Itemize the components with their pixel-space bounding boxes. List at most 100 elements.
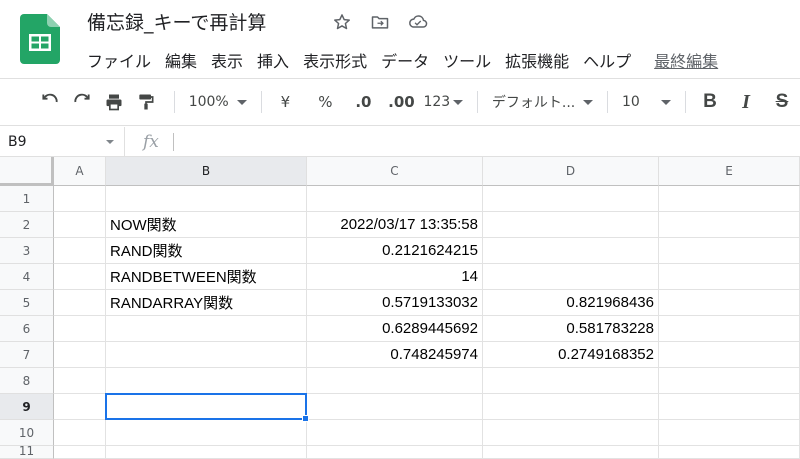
font-size-select[interactable]: 10 <box>618 88 675 116</box>
cell-a2[interactable] <box>54 212 106 238</box>
row-header-9[interactable]: 9 <box>0 394 54 420</box>
cell-b9[interactable] <box>106 394 307 420</box>
paint-format-icon[interactable] <box>132 88 160 116</box>
cell-d6[interactable]: 0.581783228 <box>483 316 659 342</box>
cell-d8[interactable] <box>483 368 659 394</box>
cell-c4[interactable]: 14 <box>307 264 483 290</box>
cell-e10[interactable] <box>659 420 800 446</box>
column-header-a[interactable]: A <box>54 157 106 186</box>
redo-icon[interactable] <box>68 88 96 116</box>
cell-c2[interactable]: 2022/03/17 13:35:58 <box>307 212 483 238</box>
cell-a3[interactable] <box>54 238 106 264</box>
last-edit-link[interactable]: 最終編集 <box>638 46 725 74</box>
column-header-e[interactable]: E <box>659 157 800 186</box>
cell-a11[interactable] <box>54 446 106 459</box>
undo-icon[interactable] <box>36 88 64 116</box>
font-family-select[interactable]: デフォルト... <box>488 88 597 116</box>
cell-b2[interactable]: NOW関数 <box>106 212 307 238</box>
cell-c6[interactable]: 0.6289445692 <box>307 316 483 342</box>
cell-e6[interactable] <box>659 316 800 342</box>
cell-b7[interactable] <box>106 342 307 368</box>
cell-d2[interactable] <box>483 212 659 238</box>
menu-tools[interactable]: ツール <box>436 46 498 74</box>
italic-button[interactable]: I <box>732 88 760 116</box>
cell-c8[interactable] <box>307 368 483 394</box>
cell-d7[interactable]: 0.2749168352 <box>483 342 659 368</box>
cell-c3[interactable]: 0.2121624215 <box>307 238 483 264</box>
cell-a10[interactable] <box>54 420 106 446</box>
cloud-saved-icon[interactable] <box>406 10 430 34</box>
cell-c1[interactable] <box>307 186 483 212</box>
menu-format[interactable]: 表示形式 <box>296 46 374 74</box>
cell-d9[interactable] <box>483 394 659 420</box>
print-icon[interactable] <box>100 88 128 116</box>
cell-b8[interactable] <box>106 368 307 394</box>
cell-b1[interactable] <box>106 186 307 212</box>
cell-b10[interactable] <box>106 420 307 446</box>
zoom-select[interactable]: 100% <box>185 88 251 116</box>
cell-e11[interactable] <box>659 446 800 459</box>
cell-a8[interactable] <box>54 368 106 394</box>
row-header-11[interactable]: 11 <box>0 444 54 459</box>
google-sheets-logo-icon[interactable] <box>20 14 60 64</box>
cell-b6[interactable] <box>106 316 307 342</box>
cell-e7[interactable] <box>659 342 800 368</box>
cell-d4[interactable] <box>483 264 659 290</box>
cell-e5[interactable] <box>659 290 800 316</box>
cell-e4[interactable] <box>659 264 800 290</box>
cell-e3[interactable] <box>659 238 800 264</box>
decrease-decimal-button[interactable]: .0 <box>349 88 377 116</box>
percent-format-button[interactable]: % <box>311 88 339 116</box>
cell-b4[interactable]: RANDBETWEEN関数 <box>106 264 307 290</box>
cell-c7[interactable]: 0.748245974 <box>307 342 483 368</box>
row-header-6[interactable]: 6 <box>0 316 54 342</box>
menu-edit[interactable]: 編集 <box>158 46 204 74</box>
cell-c9[interactable] <box>307 394 483 420</box>
cell-d10[interactable] <box>483 420 659 446</box>
strikethrough-button[interactable]: S <box>768 88 796 116</box>
cell-b3[interactable]: RAND関数 <box>106 238 307 264</box>
name-box[interactable]: B9 <box>0 126 125 157</box>
menu-data[interactable]: データ <box>374 46 436 74</box>
cell-e1[interactable] <box>659 186 800 212</box>
column-header-d[interactable]: D <box>483 157 659 186</box>
increase-decimal-button[interactable]: .00 <box>387 88 415 116</box>
document-title[interactable]: 備忘録_キーで再計算 <box>87 8 266 35</box>
menu-help[interactable]: ヘルプ <box>576 46 638 74</box>
move-folder-icon[interactable] <box>368 10 392 34</box>
row-header-10[interactable]: 10 <box>0 420 54 446</box>
cell-d5[interactable]: 0.821968436 <box>483 290 659 316</box>
fill-handle[interactable] <box>302 415 309 422</box>
row-header-8[interactable]: 8 <box>0 368 54 394</box>
cell-a6[interactable] <box>54 316 106 342</box>
select-all-corner[interactable] <box>0 157 54 186</box>
row-header-1[interactable]: 1 <box>0 186 54 212</box>
cell-d11[interactable] <box>483 446 659 459</box>
column-header-b[interactable]: B <box>106 157 307 186</box>
menu-extensions[interactable]: 拡張機能 <box>498 46 576 74</box>
column-header-c[interactable]: C <box>307 157 483 186</box>
cell-a9[interactable] <box>54 394 106 420</box>
cell-d1[interactable] <box>483 186 659 212</box>
row-header-2[interactable]: 2 <box>0 212 54 238</box>
cell-c10[interactable] <box>307 420 483 446</box>
bold-button[interactable]: B <box>696 88 724 116</box>
row-header-4[interactable]: 4 <box>0 264 54 290</box>
menu-insert[interactable]: 挿入 <box>250 46 296 74</box>
more-formats-select[interactable]: 123 <box>419 88 467 116</box>
cell-b11[interactable] <box>106 446 307 459</box>
cell-e8[interactable] <box>659 368 800 394</box>
row-header-7[interactable]: 7 <box>0 342 54 368</box>
cell-a1[interactable] <box>54 186 106 212</box>
menu-view[interactable]: 表示 <box>204 46 250 74</box>
cell-c11[interactable] <box>307 446 483 459</box>
cell-a7[interactable] <box>54 342 106 368</box>
cell-d3[interactable] <box>483 238 659 264</box>
row-header-5[interactable]: 5 <box>0 290 54 316</box>
cell-b5[interactable]: RANDARRAY関数 <box>106 290 307 316</box>
cell-a4[interactable] <box>54 264 106 290</box>
cell-e2[interactable] <box>659 212 800 238</box>
star-icon[interactable] <box>330 10 354 34</box>
cell-e9[interactable] <box>659 394 800 420</box>
currency-format-button[interactable]: ¥ <box>271 88 299 116</box>
